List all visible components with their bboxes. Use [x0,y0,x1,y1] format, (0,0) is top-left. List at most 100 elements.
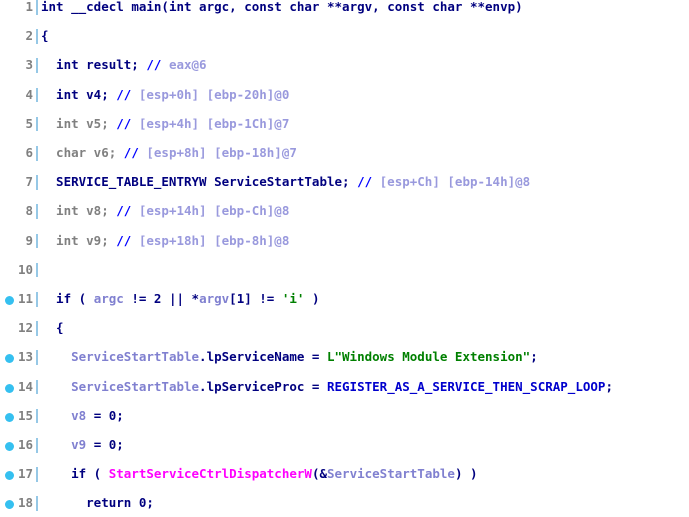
code-token: int v5; [41,115,117,131]
gutter-divider [36,204,38,219]
code-line[interactable]: 13 ServiceStartTable.lpServiceName = L"W… [0,350,689,365]
code-text[interactable]: int v4; // [esp+0h] [ebp-20h]@0 [41,86,290,103]
line-number: 7 [25,174,33,190]
code-text[interactable]: int v9; // [esp+18h] [ebp-8h]@8 [41,233,289,249]
code-text[interactable]: if ( StartServiceCtrlDispatcherW(&Servic… [41,466,478,482]
line-gutter[interactable]: 4 [0,87,38,103]
code-token: int v8; [41,203,117,219]
line-number: 6 [25,144,33,160]
code-token: [1] != [229,290,282,306]
code-token: 'i' [281,290,305,306]
code-line[interactable]: 10 [0,261,689,278]
line-gutter[interactable]: 15 [0,408,38,424]
line-number: 3 [25,57,33,73]
code-text[interactable]: ServiceStartTable.lpServiceName = L"Wind… [41,350,538,365]
code-text[interactable]: SERVICE_TABLE_ENTRYW ServiceStartTable; … [41,174,530,190]
code-token: [esp+4h] [ebp-1Ch]@7 [138,115,290,131]
gutter-divider [36,437,38,453]
code-token: return 0; [41,495,154,511]
line-gutter[interactable]: 10 [0,261,38,278]
gutter-divider [36,291,38,307]
code-token: { [41,320,64,336]
line-gutter[interactable]: 2 [0,29,38,44]
gutter-divider [36,496,38,511]
code-token: ) ) [454,466,478,482]
line-gutter[interactable]: 12 [0,321,38,336]
code-text[interactable]: v9 = 0; [41,436,124,453]
code-line[interactable]: 8 int v8; // [esp+14h] [ebp-Ch]@8 [0,204,689,219]
gutter-divider [36,29,38,44]
line-gutter[interactable]: 1 [0,0,38,15]
line-gutter[interactable]: 7 [0,175,38,190]
gutter-divider [36,467,38,482]
gutter-divider [36,350,38,365]
code-text[interactable]: { [41,320,64,336]
code-line[interactable]: 17 if ( StartServiceCtrlDispatcherW(&Ser… [0,466,689,482]
code-line[interactable]: 15 v8 = 0; [0,407,689,424]
gutter-divider [36,58,38,73]
code-token: // [116,86,139,102]
line-gutter[interactable]: 16 [0,437,38,453]
code-text[interactable]: return 0; [41,495,154,511]
code-line[interactable]: 1 int __cdecl main(int argc, const char *… [0,0,689,15]
code-token: [esp+8h] [ebp-18h]@7 [146,144,297,160]
code-line[interactable]: 14 ServiceStartTable.lpServiceProc = REG… [0,378,689,395]
line-gutter[interactable]: 5 [0,116,38,132]
pseudocode-view[interactable]: 1 int __cdecl main(int argc, const char *… [0,0,689,517]
line-gutter[interactable]: 14 [0,378,38,395]
code-token: = 0; [86,436,124,452]
code-text[interactable]: int v8; // [esp+14h] [ebp-Ch]@8 [41,204,289,219]
code-token: // [116,203,139,219]
code-line[interactable]: 5 int v5; // [esp+4h] [ebp-1Ch]@7 [0,115,689,132]
code-token: v8 [71,407,87,423]
code-line-list[interactable]: 1 int __cdecl main(int argc, const char *… [0,0,689,511]
code-text[interactable]: { [41,28,49,44]
code-line[interactable]: 4 int v4; // [esp+0h] [ebp-20h]@0 [0,86,689,103]
code-text[interactable]: v8 = 0; [41,407,124,424]
code-line[interactable]: 16 v9 = 0; [0,436,689,453]
code-text[interactable]: ServiceStartTable.lpServiceProc = REGIST… [41,378,613,395]
code-line[interactable]: 18 return 0; [0,495,689,511]
code-token: argc [93,290,124,306]
code-line[interactable]: 11 if ( argc != 2 || *argv[1] != 'i' ) [0,290,689,307]
line-number: 2 [25,28,33,44]
line-gutter[interactable]: 18 [0,496,38,511]
code-token: // [357,174,380,190]
line-number: 10 [17,261,33,277]
code-text[interactable]: int result; // eax@6 [41,58,207,73]
line-gutter[interactable]: 8 [0,204,38,219]
line-gutter[interactable]: 11 [0,291,38,307]
code-line[interactable]: 2{ [0,28,689,44]
line-number: 18 [17,495,33,511]
code-line[interactable]: 6 char v6; // [esp+8h] [ebp-18h]@7 [0,144,689,161]
gutter-divider [36,321,38,336]
code-token: (& [311,466,327,482]
code-line[interactable]: 12 { [0,320,689,336]
code-token: (int argc, const char **argv, const char… [161,0,523,14]
code-token: v9 [71,436,87,452]
line-gutter[interactable]: 6 [0,144,38,161]
line-number: 14 [17,378,33,394]
code-token: ) [304,290,320,306]
code-token: eax@6 [168,57,207,73]
code-line[interactable]: 9 int v9; // [esp+18h] [ebp-8h]@8 [0,232,689,249]
code-token: argv [199,290,230,306]
gutter-divider [36,262,38,278]
line-gutter[interactable]: 3 [0,58,38,73]
line-gutter[interactable]: 9 [0,232,38,249]
code-token: = 0; [86,407,124,423]
code-text[interactable]: int v5; // [esp+4h] [ebp-1Ch]@7 [41,115,290,132]
code-text[interactable]: if ( argc != 2 || *argv[1] != 'i' ) [41,290,320,307]
code-token: [esp+0h] [ebp-20h]@0 [138,86,290,102]
line-gutter[interactable]: 13 [0,350,38,365]
code-line[interactable]: 3 int result; // eax@6 [0,58,689,73]
code-token: if ( [41,466,109,482]
code-text[interactable]: char v6; // [esp+8h] [ebp-18h]@7 [41,144,297,161]
line-number: 9 [25,232,33,248]
code-text[interactable]: int __cdecl main(int argc, const char **… [41,0,523,15]
line-gutter[interactable]: 17 [0,466,38,482]
code-token: ; [605,378,613,394]
code-line[interactable]: 7 SERVICE_TABLE_ENTRYW ServiceStartTable… [0,174,689,190]
